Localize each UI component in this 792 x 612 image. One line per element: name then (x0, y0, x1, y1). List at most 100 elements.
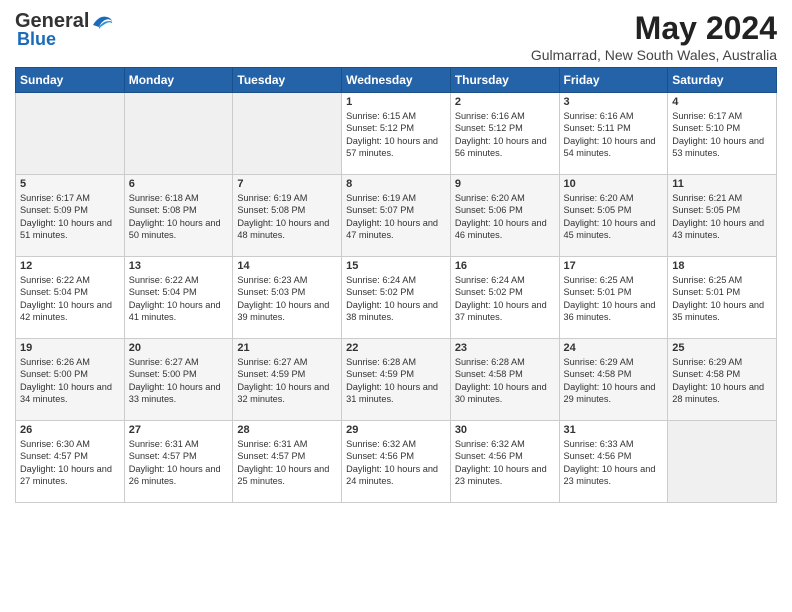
calendar-cell: 20Sunrise: 6:27 AMSunset: 5:00 PMDayligh… (124, 339, 233, 421)
day-info: Sunrise: 6:23 AMSunset: 5:03 PMDaylight:… (237, 274, 337, 324)
day-number: 13 (129, 260, 229, 272)
day-number: 3 (564, 96, 664, 108)
day-info: Sunrise: 6:25 AMSunset: 5:01 PMDaylight:… (672, 274, 772, 324)
calendar-cell: 10 Sunrise: 6:20 AMSunset: 5:05 PMDayligh… (559, 175, 668, 257)
calendar-cell: 9 Sunrise: 6:20 AMSunset: 5:06 PMDaylight… (450, 175, 559, 257)
calendar-cell: 29Sunrise: 6:32 AMSunset: 4:56 PMDayligh… (342, 421, 451, 503)
day-info: Sunrise: 6:31 AMSunset: 4:57 PMDaylight:… (129, 438, 229, 488)
day-info: Sunrise: 6:27 AMSunset: 4:59 PMDaylight:… (237, 356, 337, 406)
calendar-cell: 4Sunrise: 6:17 AMSunset: 5:10 PMDaylight… (668, 93, 777, 175)
col-saturday: Saturday (668, 68, 777, 93)
day-info: Sunrise: 6:19 AMSunset: 5:07 PMDaylight:… (346, 192, 446, 242)
day-info: Sunrise: 6:15 AMSunset: 5:12 PMDaylight:… (346, 110, 446, 160)
day-info: Sunrise: 6:20 AMSunset: 5:05 PMDaylight:… (564, 192, 664, 242)
calendar-cell: 13Sunrise: 6:22 AMSunset: 5:04 PMDayligh… (124, 257, 233, 339)
col-sunday: Sunday (16, 68, 125, 93)
day-info: Sunrise: 6:32 AMSunset: 4:56 PMDaylight:… (346, 438, 446, 488)
day-number: 23 (455, 342, 555, 354)
day-info: Sunrise: 6:29 AMSunset: 4:58 PMDaylight:… (672, 356, 772, 406)
calendar-week-2: 5 Sunrise: 6:17 AMSunset: 5:09 PMDaylight… (16, 175, 777, 257)
day-number: 12 (20, 260, 120, 272)
col-wednesday: Wednesday (342, 68, 451, 93)
day-number: 22 (346, 342, 446, 354)
day-number: 11 (672, 178, 772, 190)
day-info: Sunrise: 6:24 AMSunset: 5:02 PMDaylight:… (455, 274, 555, 324)
calendar-cell: 19 Sunrise: 6:26 AMSunset: 5:00 PMDayligh… (16, 339, 125, 421)
col-thursday: Thursday (450, 68, 559, 93)
month-title: May 2024 (531, 10, 777, 47)
calendar-cell: 18 Sunrise: 6:25 AMSunset: 5:01 PMDayligh… (668, 257, 777, 339)
calendar-cell: 22 Sunrise: 6:28 AMSunset: 4:59 PMDayligh… (342, 339, 451, 421)
day-number: 25 (672, 342, 772, 354)
calendar-cell: 16 Sunrise: 6:24 AMSunset: 5:02 PMDayligh… (450, 257, 559, 339)
day-info: Sunrise: 6:17 AMSunset: 5:09 PMDaylight:… (20, 192, 120, 242)
calendar-cell: 24 Sunrise: 6:29 AMSunset: 4:58 PMDayligh… (559, 339, 668, 421)
calendar-cell: 6 Sunrise: 6:18 AMSunset: 5:08 PMDaylight… (124, 175, 233, 257)
calendar-cell: 3 Sunrise: 6:16 AMSunset: 5:11 PMDaylight… (559, 93, 668, 175)
day-number: 19 (20, 342, 120, 354)
calendar-cell: 12 Sunrise: 6:22 AMSunset: 5:04 PMDayligh… (16, 257, 125, 339)
main-container: General Blue May 2024 Gulmarrad, New Sou… (0, 0, 792, 513)
day-number: 10 (564, 178, 664, 190)
logo-blue: Blue (17, 29, 56, 50)
col-tuesday: Tuesday (233, 68, 342, 93)
day-number: 27 (129, 424, 229, 436)
day-number: 6 (129, 178, 229, 190)
day-number: 15 (346, 260, 446, 272)
day-number: 14 (237, 260, 337, 272)
day-number: 18 (672, 260, 772, 272)
calendar-cell (668, 421, 777, 503)
logo-bird-icon (91, 13, 113, 31)
calendar-cell: 8Sunrise: 6:19 AMSunset: 5:07 PMDaylight… (342, 175, 451, 257)
day-info: Sunrise: 6:28 AMSunset: 4:58 PMDaylight:… (455, 356, 555, 406)
day-info: Sunrise: 6:22 AMSunset: 5:04 PMDaylight:… (20, 274, 120, 324)
calendar-cell: 7Sunrise: 6:19 AMSunset: 5:08 PMDaylight… (233, 175, 342, 257)
title-block: May 2024 Gulmarrad, New South Wales, Aus… (531, 10, 777, 63)
calendar-cell: 5 Sunrise: 6:17 AMSunset: 5:09 PMDaylight… (16, 175, 125, 257)
day-info: Sunrise: 6:28 AMSunset: 4:59 PMDaylight:… (346, 356, 446, 406)
day-number: 4 (672, 96, 772, 108)
day-info: Sunrise: 6:20 AMSunset: 5:06 PMDaylight:… (455, 192, 555, 242)
calendar-week-1: 1Sunrise: 6:15 AMSunset: 5:12 PMDaylight… (16, 93, 777, 175)
calendar-cell: 27 Sunrise: 6:31 AMSunset: 4:57 PMDayligh… (124, 421, 233, 503)
day-number: 26 (20, 424, 120, 436)
day-number: 5 (20, 178, 120, 190)
day-number: 30 (455, 424, 555, 436)
day-number: 28 (237, 424, 337, 436)
day-number: 2 (455, 96, 555, 108)
calendar-cell: 1Sunrise: 6:15 AMSunset: 5:12 PMDaylight… (342, 93, 451, 175)
calendar-cell: 14 Sunrise: 6:23 AMSunset: 5:03 PMDayligh… (233, 257, 342, 339)
calendar-cell: 23 Sunrise: 6:28 AMSunset: 4:58 PMDayligh… (450, 339, 559, 421)
day-number: 7 (237, 178, 337, 190)
calendar-table: Sunday Monday Tuesday Wednesday Thursday… (15, 67, 777, 503)
calendar-cell (16, 93, 125, 175)
calendar-header-row: Sunday Monday Tuesday Wednesday Thursday… (16, 68, 777, 93)
calendar-cell: 28Sunrise: 6:31 AMSunset: 4:57 PMDayligh… (233, 421, 342, 503)
col-friday: Friday (559, 68, 668, 93)
day-info: Sunrise: 6:30 AMSunset: 4:57 PMDaylight:… (20, 438, 120, 488)
day-info: Sunrise: 6:25 AMSunset: 5:01 PMDaylight:… (564, 274, 664, 324)
calendar-week-4: 19 Sunrise: 6:26 AMSunset: 5:00 PMDayligh… (16, 339, 777, 421)
day-info: Sunrise: 6:18 AMSunset: 5:08 PMDaylight:… (129, 192, 229, 242)
day-number: 24 (564, 342, 664, 354)
col-monday: Monday (124, 68, 233, 93)
calendar-cell: 11Sunrise: 6:21 AMSunset: 5:05 PMDayligh… (668, 175, 777, 257)
day-number: 16 (455, 260, 555, 272)
calendar-cell: 17 Sunrise: 6:25 AMSunset: 5:01 PMDayligh… (559, 257, 668, 339)
calendar-cell: 15 Sunrise: 6:24 AMSunset: 5:02 PMDayligh… (342, 257, 451, 339)
calendar-cell: 31Sunrise: 6:33 AMSunset: 4:56 PMDayligh… (559, 421, 668, 503)
calendar-cell: 25 Sunrise: 6:29 AMSunset: 4:58 PMDayligh… (668, 339, 777, 421)
calendar-cell: 30Sunrise: 6:32 AMSunset: 4:56 PMDayligh… (450, 421, 559, 503)
header: General Blue May 2024 Gulmarrad, New Sou… (15, 10, 777, 63)
subtitle: Gulmarrad, New South Wales, Australia (531, 47, 777, 63)
day-info: Sunrise: 6:29 AMSunset: 4:58 PMDaylight:… (564, 356, 664, 406)
day-number: 9 (455, 178, 555, 190)
day-info: Sunrise: 6:24 AMSunset: 5:02 PMDaylight:… (346, 274, 446, 324)
day-number: 21 (237, 342, 337, 354)
day-info: Sunrise: 6:26 AMSunset: 5:00 PMDaylight:… (20, 356, 120, 406)
calendar-cell: 2Sunrise: 6:16 AMSunset: 5:12 PMDaylight… (450, 93, 559, 175)
day-number: 17 (564, 260, 664, 272)
day-number: 20 (129, 342, 229, 354)
calendar-week-5: 26 Sunrise: 6:30 AMSunset: 4:57 PMDayligh… (16, 421, 777, 503)
day-info: Sunrise: 6:16 AMSunset: 5:11 PMDaylight:… (564, 110, 664, 160)
